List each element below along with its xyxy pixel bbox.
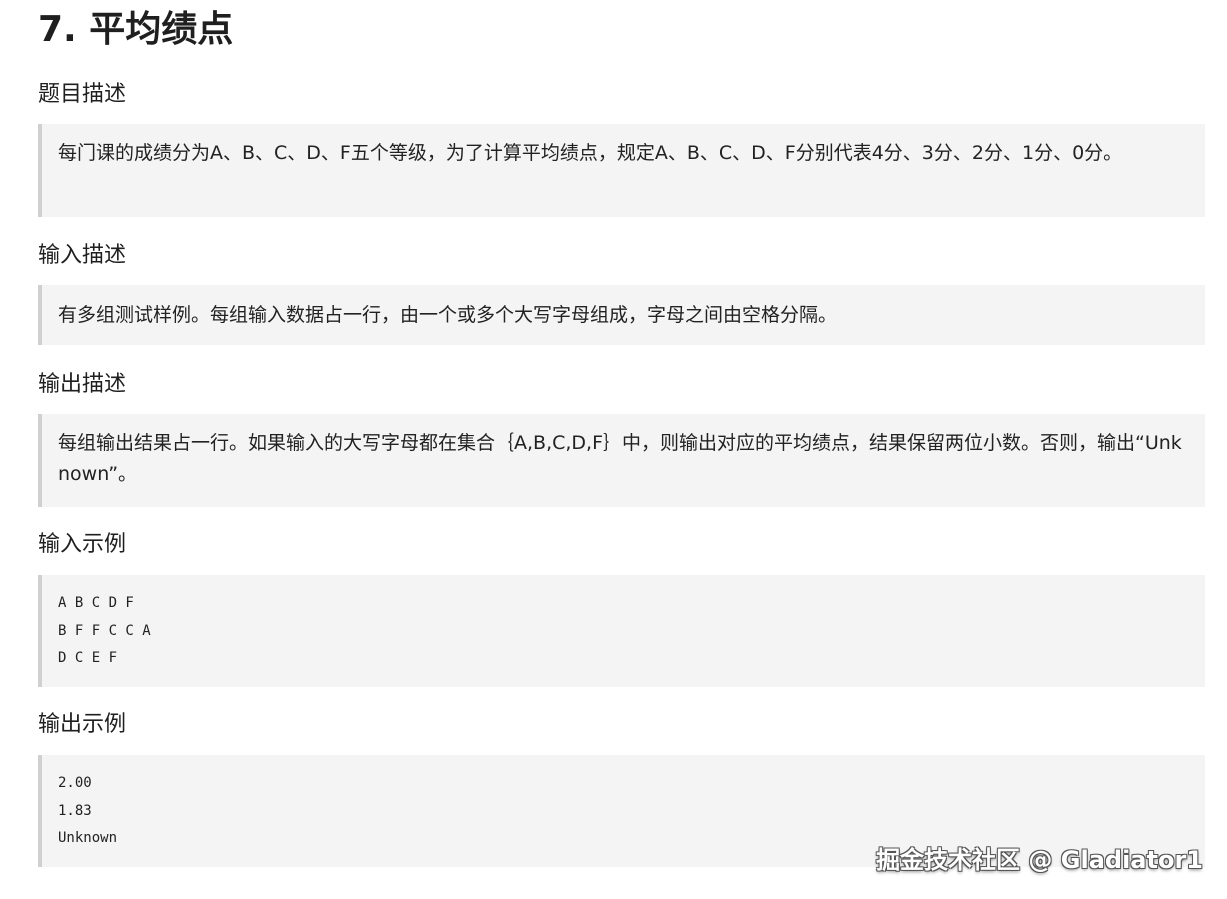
output-description-text: 每组输出结果占一行。如果输入的大写字母都在集合｛A,B,C,D,F｝中，则输出对… xyxy=(58,432,1182,485)
watermark: 掘金技术社区 @ Gladiator1 xyxy=(876,846,1203,874)
page: 7. 平均绩点 题目描述 每门课的成绩分为A、B、C、D、F五个等级，为了计算平… xyxy=(0,0,1227,899)
code-line: D C E F xyxy=(58,650,118,666)
input-description-text: 有多组测试样例。每组输入数据占一行，由一个或多个大写字母组成，字母之间由空格分隔… xyxy=(58,304,838,326)
code-line: B F F C C A xyxy=(58,622,151,639)
description-text: 每门课的成绩分为A、B、C、D、F五个等级，为了计算平均绩点，规定A、B、C、D… xyxy=(58,142,1123,164)
code-line: 2.00 xyxy=(58,775,92,791)
page-title: 7. 平均绩点 xyxy=(38,9,234,50)
section-heading-output-example: 输出示例 xyxy=(38,712,127,737)
code-line: 1.83 xyxy=(58,802,92,819)
input-description-block: 有多组测试样例。每组输入数据占一行，由一个或多个大写字母组成，字母之间由空格分隔… xyxy=(38,285,1205,345)
section-heading-description: 题目描述 xyxy=(38,82,127,107)
input-example-code-block: A B C D F B F F C C A D C E F xyxy=(38,575,1205,687)
section-heading-input: 输入描述 xyxy=(38,243,127,268)
output-description-block: 每组输出结果占一行。如果输入的大写字母都在集合｛A,B,C,D,F｝中，则输出对… xyxy=(38,414,1205,507)
code-line: A B C D F xyxy=(58,595,134,611)
description-block: 每门课的成绩分为A、B、C、D、F五个等级，为了计算平均绩点，规定A、B、C、D… xyxy=(38,124,1205,217)
section-heading-output: 输出描述 xyxy=(38,372,127,397)
section-heading-input-example: 输入示例 xyxy=(38,532,127,557)
